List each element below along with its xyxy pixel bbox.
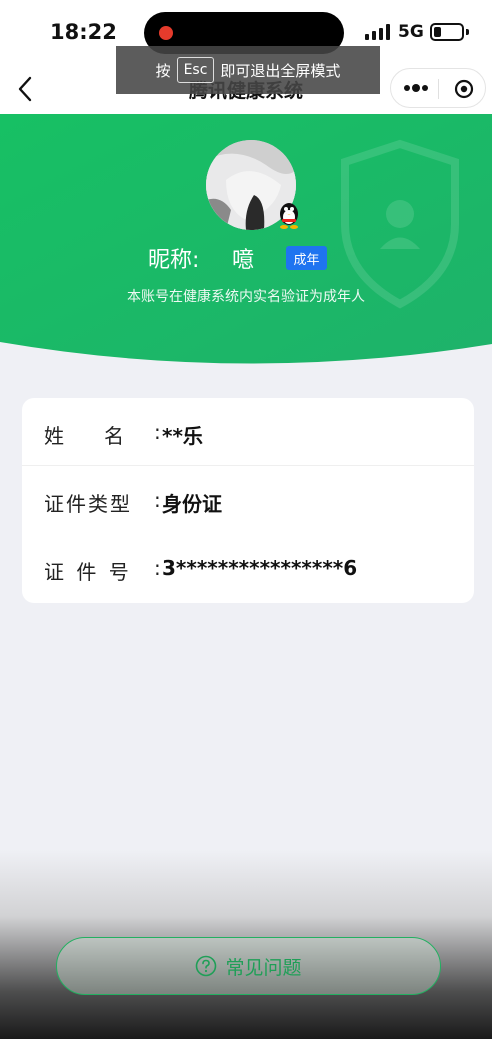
name-value: **乐 — [162, 424, 203, 448]
toast-prefix: 按 — [155, 61, 171, 80]
battery-icon — [430, 23, 464, 41]
id-type-colon: : — [154, 488, 161, 512]
id-number-value: 3****************6 — [162, 556, 358, 580]
identity-info-card: 姓 名 : **乐 证件类型 : 身份证 证 件 号 : 3**********… — [22, 398, 474, 603]
question-circle-icon — [196, 955, 217, 977]
verification-note: 本账号在健康系统内实名验证为成年人 — [127, 289, 365, 305]
miniprogram-capsule — [390, 68, 486, 108]
battery-level — [434, 27, 441, 37]
qq-penguin-icon — [280, 203, 298, 229]
status-time: 18:22 — [50, 20, 117, 44]
nickname-row: 昵称: 噫 成年 — [0, 242, 492, 273]
info-row-id-number: 证 件 号 : 3****************6 — [22, 534, 474, 602]
faq-label: 常见问题 — [225, 956, 302, 979]
id-type-label: 证件类型 — [44, 492, 132, 516]
capsule-divider — [438, 79, 439, 99]
name-label: 姓 名 — [44, 424, 124, 448]
adult-status-badge: 成年 — [286, 246, 327, 270]
toast-suffix: 即可退出全屏模式 — [220, 61, 341, 80]
id-number-label: 证 件 号 — [44, 560, 129, 584]
fullscreen-exit-toast: 按 Esc 即可退出全屏模式 — [116, 46, 380, 94]
info-row-name: 姓 名 : **乐 — [22, 398, 474, 466]
network-type: 5G — [398, 22, 424, 42]
id-type-value: 身份证 — [162, 492, 222, 516]
nickname-label: 昵称: — [148, 248, 200, 273]
recording-indicator-icon — [159, 26, 173, 40]
id-number-colon: : — [154, 556, 161, 580]
battery-cap — [466, 29, 469, 35]
nickname-value: 噫 — [232, 248, 255, 273]
name-colon: : — [154, 420, 161, 444]
more-icon[interactable] — [403, 83, 429, 93]
esc-key-label: Esc — [176, 57, 215, 83]
signal-strength-icon — [365, 24, 391, 40]
info-row-id-type: 证件类型 : 身份证 — [22, 466, 474, 534]
profile-banner: 昵称: 噫 成年 本账号在健康系统内实名验证为成年人 — [0, 114, 492, 370]
close-miniprogram-icon[interactable] — [454, 79, 474, 99]
faq-button[interactable]: 常见问题 — [56, 937, 441, 995]
